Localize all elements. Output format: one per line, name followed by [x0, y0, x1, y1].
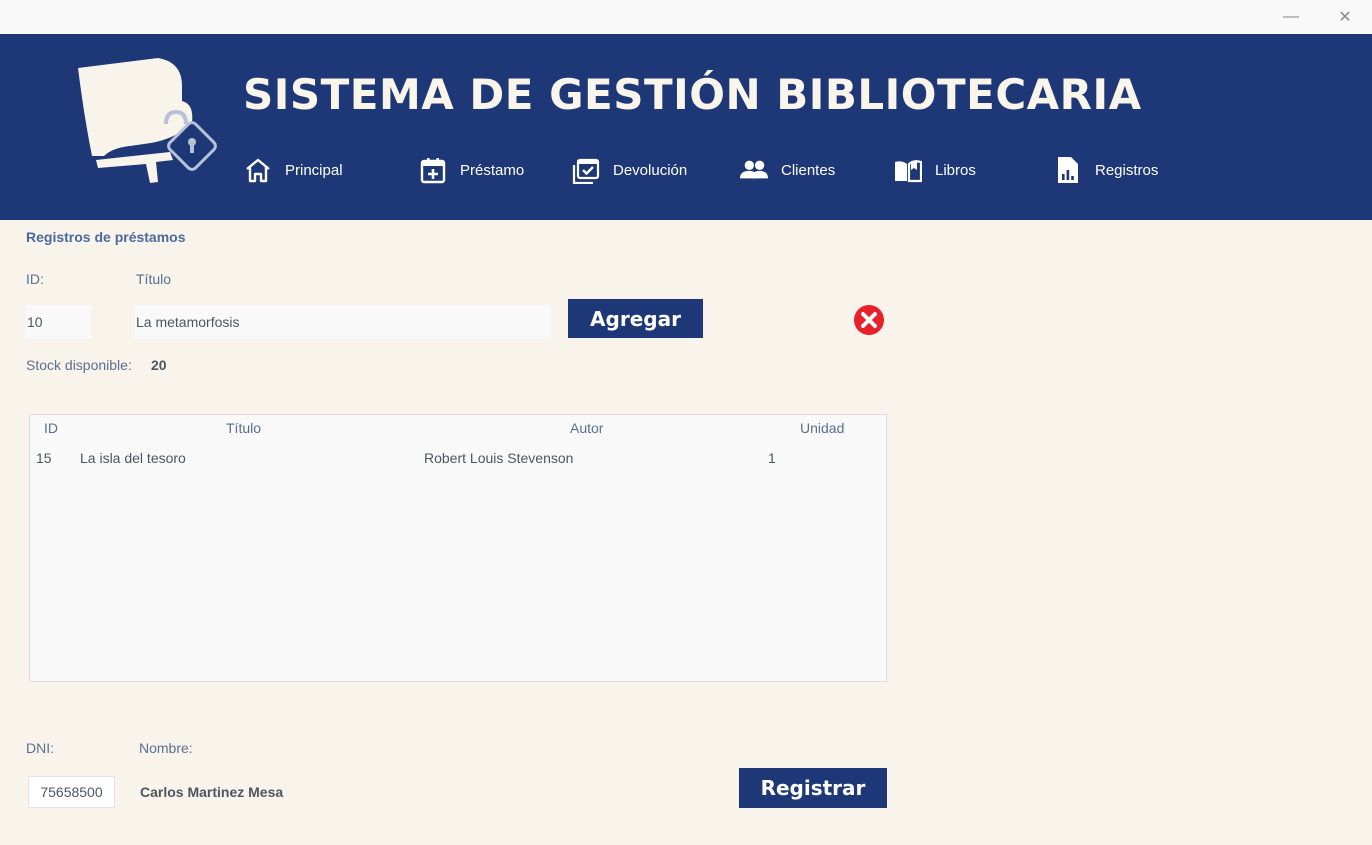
title-label: Título	[136, 271, 172, 287]
column-header-unidad[interactable]: Unidad	[800, 420, 844, 436]
nav-item-prestamo[interactable]: Préstamo	[419, 154, 524, 186]
title-input[interactable]	[135, 305, 551, 339]
nav-item-devolucion[interactable]: Devolución	[572, 154, 687, 186]
open-book-icon	[895, 160, 922, 183]
nav-item-clientes[interactable]: Clientes	[740, 154, 835, 186]
nav-label-libros: Libros	[935, 161, 976, 179]
cell-unidad: 1	[768, 450, 776, 466]
nav-label-clientes: Clientes	[781, 161, 836, 179]
clear-icon[interactable]	[853, 304, 885, 336]
section-title: Registros de préstamos	[26, 229, 186, 245]
column-header-titulo[interactable]: Título	[226, 420, 261, 436]
cell-titulo: La isla del tesoro	[80, 450, 186, 466]
id-label: ID:	[26, 271, 44, 287]
window-title-bar: — ✕	[0, 0, 1372, 34]
report-icon	[1058, 157, 1078, 183]
home-icon	[246, 158, 270, 183]
stock-value: 20	[151, 357, 167, 373]
client-name: Carlos Martinez Mesa	[140, 784, 284, 800]
name-label: Nombre:	[139, 740, 193, 756]
register-button[interactable]: Registrar	[739, 768, 887, 808]
nav-item-libros[interactable]: Libros	[894, 154, 976, 186]
users-icon	[740, 160, 768, 179]
nav-item-principal[interactable]: Principal	[244, 154, 343, 186]
cell-autor: Robert Louis Stevenson	[424, 450, 574, 466]
nav-label-devolucion: Devolución	[613, 161, 688, 179]
add-button[interactable]: Agregar	[568, 299, 703, 338]
dni-label: DNI:	[26, 740, 54, 756]
dni-input[interactable]	[28, 776, 115, 808]
column-header-id[interactable]: ID	[44, 420, 58, 436]
nav-label-principal: Principal	[285, 161, 343, 179]
column-header-autor[interactable]: Autor	[570, 420, 603, 436]
app-header: SISTEMA DE GESTIÓN BIBLIOTECARIA Princip…	[0, 34, 1372, 220]
id-input[interactable]	[26, 305, 91, 339]
nav-label-prestamo: Préstamo	[460, 161, 525, 179]
app-title: SISTEMA DE GESTIÓN BIBLIOTECARIA	[243, 70, 1142, 119]
nav-label-registros: Registros	[1095, 161, 1159, 179]
minimize-button[interactable]: —	[1268, 0, 1314, 34]
calendar-plus-icon	[420, 158, 446, 184]
calendar-check-icon	[572, 158, 600, 184]
cell-id: 15	[36, 450, 52, 466]
book-lock-logo	[78, 58, 217, 183]
close-window-button[interactable]: ✕	[1322, 0, 1368, 34]
nav-item-registros[interactable]: Registros	[1054, 154, 1158, 186]
stock-label: Stock disponible:	[26, 357, 132, 373]
